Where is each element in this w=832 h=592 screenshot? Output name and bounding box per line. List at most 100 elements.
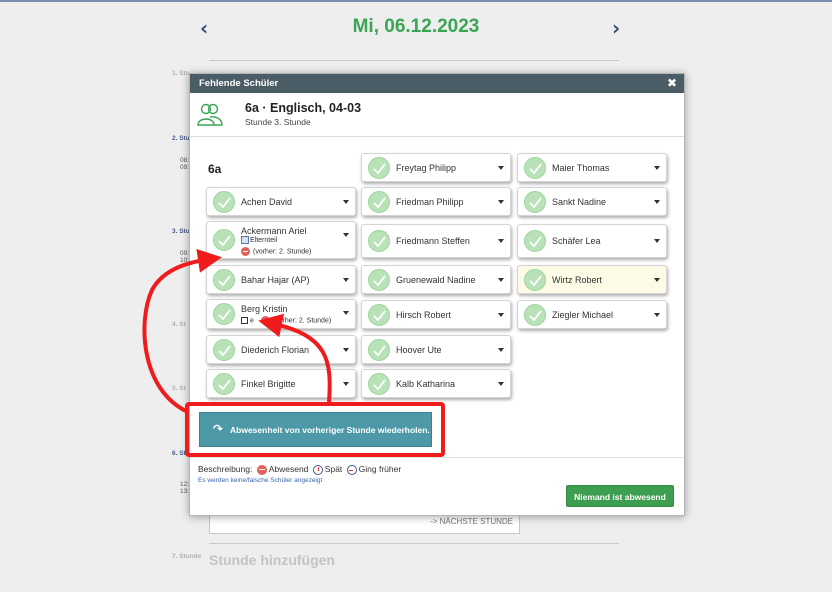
present-check-icon[interactable] (368, 372, 390, 395)
lesson-number: 5. St (172, 385, 186, 392)
student-name: Kalb Katharina (396, 378, 456, 389)
present-check-icon[interactable] (524, 190, 546, 213)
chevron-down-icon[interactable] (343, 347, 349, 352)
dialog-header: Fehlende Schüler ✖ (190, 74, 684, 93)
present-check-icon[interactable] (368, 338, 390, 361)
date-title: Mi, 06.12.2023 (352, 16, 480, 37)
student-name: Schäfer Lea (552, 236, 601, 246)
present-check-icon[interactable] (368, 268, 390, 291)
chevron-down-icon[interactable] (498, 381, 504, 386)
student-name: Ziegler Michael (552, 309, 614, 320)
student-card[interactable]: Friedmann Steffen (361, 224, 511, 258)
add-lesson-link[interactable]: Stunde hinzufügen (209, 552, 335, 568)
chevron-down-icon[interactable] (654, 239, 660, 243)
student-name: Ackermann Ariel (241, 226, 307, 236)
student-name: Berg Kristin (241, 304, 288, 314)
student-card[interactable]: Sankt Nadine (517, 187, 667, 216)
legend-absent: Abwesend (268, 464, 309, 474)
lesson-number: 1. Stu (172, 70, 190, 77)
present-check-icon[interactable] (213, 268, 235, 291)
student-name: Gruenewald Nadine (396, 274, 476, 285)
chevron-down-icon[interactable] (343, 311, 349, 315)
present-check-icon[interactable] (524, 156, 546, 179)
chevron-down-icon[interactable] (498, 312, 504, 317)
divider (209, 543, 619, 544)
student-card[interactable]: Diederich Florian (206, 335, 356, 364)
student-card[interactable]: Berg Kristin e (vorher: 2. Stunde) (206, 299, 356, 329)
student-card[interactable]: Ackermann Ariel Elternteil (vorher: 2. S… (206, 221, 356, 259)
present-check-icon[interactable] (524, 303, 546, 326)
next-lesson-link[interactable]: -> NÄCHSTE STUNDE (430, 517, 513, 526)
top-border (0, 0, 832, 2)
present-check-icon[interactable] (213, 190, 235, 213)
student-card[interactable]: Hoover Ute (361, 335, 511, 364)
lesson-number: 2. Stu (172, 135, 190, 142)
next-day-icon[interactable]: › (612, 16, 620, 40)
student-card[interactable]: Finkel Brigitte (206, 369, 356, 398)
clock-early-icon (346, 464, 357, 475)
lesson-number: 3. Stu (172, 228, 190, 235)
present-check-icon[interactable] (213, 338, 235, 361)
lesson-number: 7. Stunde (172, 553, 202, 560)
chevron-down-icon[interactable] (498, 239, 504, 243)
student-card[interactable]: Bahar Hajar (AP) (206, 265, 356, 294)
chevron-down-icon[interactable] (654, 277, 660, 282)
student-name: Finkel Brigitte (241, 378, 296, 389)
legend-left-early: Ging früher (358, 464, 402, 474)
student-name: Diederich Florian (241, 344, 310, 355)
present-check-icon[interactable] (213, 303, 235, 325)
student-name: Hoover Ute (396, 344, 442, 355)
chevron-down-icon[interactable] (343, 381, 349, 386)
present-check-icon[interactable] (368, 230, 390, 252)
present-check-icon[interactable] (213, 372, 235, 395)
student-card[interactable]: Kalb Katharina (361, 369, 511, 398)
chevron-down-icon[interactable] (498, 199, 504, 204)
absent-icon (260, 316, 270, 325)
chevron-down-icon[interactable] (343, 277, 349, 282)
group-label: 6a (208, 162, 222, 176)
student-card[interactable]: Schäfer Lea (517, 224, 667, 258)
student-card[interactable]: Freytag Philipp (361, 153, 511, 182)
class-info: 6a · Englisch, 04-03 Stunde 3. Stunde (190, 93, 684, 137)
student-card[interactable]: Friedman Philipp (361, 187, 511, 216)
present-check-icon[interactable] (213, 229, 235, 251)
student-card[interactable]: Wirtz Robert (517, 265, 667, 294)
present-check-icon[interactable] (524, 268, 546, 291)
present-check-icon[interactable] (524, 230, 546, 252)
chevron-down-icon[interactable] (343, 233, 349, 237)
legend-late: Spät (324, 464, 343, 474)
lesson-time: 09: (180, 250, 190, 257)
wrong-students-link[interactable]: Es werden keine/falsche Schüler angezeig… (198, 477, 322, 484)
students-icon (196, 103, 224, 132)
present-check-icon[interactable] (368, 303, 390, 326)
lesson-number: 4. St (172, 321, 186, 328)
chevron-down-icon[interactable] (498, 347, 504, 352)
class-subtitle: Stunde 3. Stunde (245, 117, 311, 127)
annotation-highlight-frame (185, 402, 445, 457)
chevron-down-icon[interactable] (654, 312, 660, 317)
student-note: e (vorher: 2. Stunde) (241, 316, 331, 325)
chevron-down-icon[interactable] (498, 165, 504, 170)
student-card[interactable]: Ziegler Michael (517, 300, 667, 329)
lesson-time: 10: (180, 257, 190, 264)
clock-late-icon (312, 464, 323, 475)
nobody-absent-button[interactable]: Niemand ist abwesend (566, 485, 674, 507)
student-name: Achen David (241, 196, 293, 207)
note-icon (241, 317, 248, 324)
chevron-down-icon[interactable] (343, 199, 349, 204)
chevron-down-icon[interactable] (654, 165, 660, 170)
student-name: Friedman Philipp (396, 196, 464, 207)
student-name: Freytag Philipp (396, 162, 457, 173)
close-icon[interactable]: ✖ (667, 76, 677, 90)
student-card[interactable]: Achen David (206, 187, 356, 216)
present-check-icon[interactable] (368, 156, 390, 179)
divider (190, 457, 684, 458)
student-card[interactable]: Hirsch Robert (361, 300, 511, 329)
chevron-down-icon[interactable] (498, 277, 504, 282)
absent-icon (241, 247, 250, 256)
chevron-down-icon[interactable] (654, 199, 660, 204)
legend-label: Beschreibung: (198, 464, 253, 474)
student-card[interactable]: Gruenewald Nadine (361, 265, 511, 294)
present-check-icon[interactable] (368, 190, 390, 213)
student-card[interactable]: Maier Thomas (517, 153, 667, 182)
